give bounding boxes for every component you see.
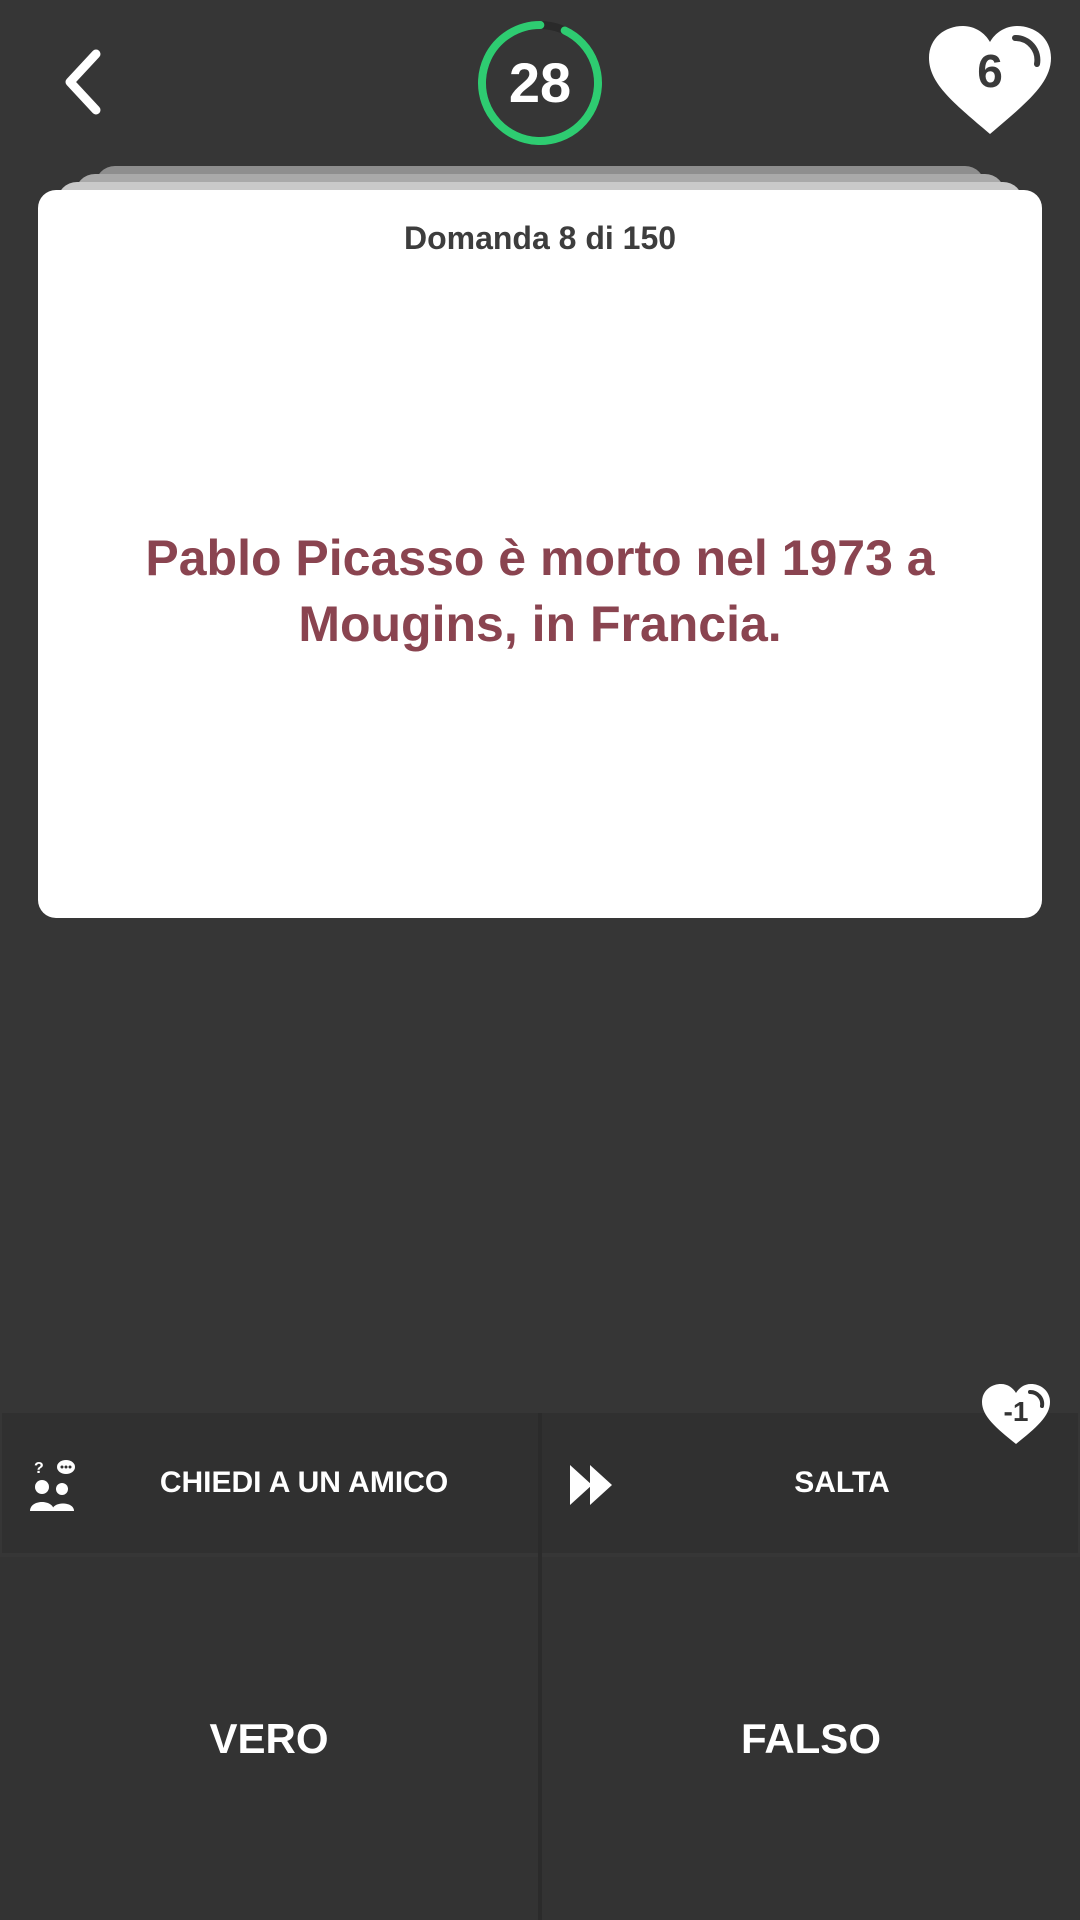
quiz-screen: 28 6 Domanda 8 di 150 Pablo Picasso è mo… <box>0 0 1080 1920</box>
question-text: Pablo Picasso è morto nel 1973 a Mougins… <box>145 530 935 652</box>
true-button[interactable]: VERO <box>0 1557 538 1920</box>
svg-text:?: ? <box>34 1460 44 1477</box>
ask-friend-icon: ? <box>30 1460 75 1511</box>
lives-counter: 6 <box>925 22 1055 142</box>
back-button[interactable] <box>50 40 120 120</box>
timer: 28 <box>475 18 605 148</box>
false-label: FALSO <box>740 1715 881 1762</box>
skip-cost-badge: -1 <box>980 1382 1052 1448</box>
chevron-left-icon <box>65 49 101 115</box>
false-button[interactable]: FALSO <box>542 1557 1080 1920</box>
ask-friend-label: CHIEDI A UN AMICO <box>159 1466 449 1499</box>
question-card: Domanda 8 di 150 Pablo Picasso è morto n… <box>38 190 1042 918</box>
skip-cost: -1 <box>1003 1396 1029 1427</box>
ask-friend-button[interactable]: ? CHIEDI A UN AMICO <box>2 1413 538 1553</box>
lives-count: 6 <box>977 45 1003 97</box>
true-label: VERO <box>209 1715 329 1762</box>
question-counter: Domanda 8 di 150 <box>403 220 677 256</box>
timer-value: 28 <box>508 51 572 114</box>
fast-forward-icon <box>570 1465 612 1505</box>
